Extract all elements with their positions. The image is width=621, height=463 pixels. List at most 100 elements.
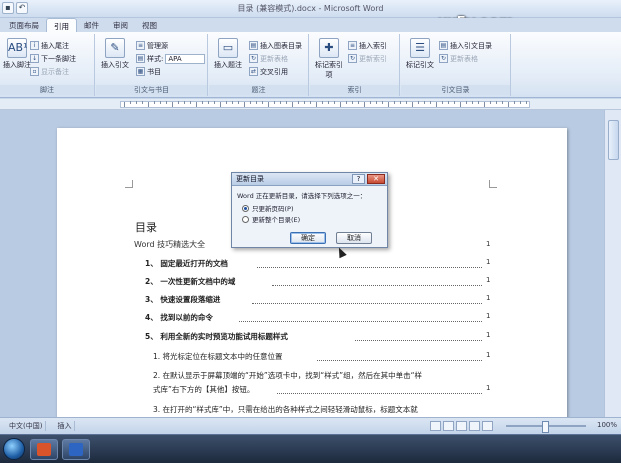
radio-update-page-numbers[interactable] [242,204,249,212]
toc-entry[interactable]: 式库”右下方的【其他】按钮。 [153,384,254,394]
ruler-tick [310,101,311,104]
ruler-tick [430,101,431,104]
toc-entry[interactable]: 1、 固定最近打开的文档 [145,258,228,268]
group-citations: ✎ 插入引文 ≡ 管理源 ▤ 样式: APA ▦ 书目 引文与书目 [96,34,208,96]
zoom-slider[interactable] [506,421,586,433]
cancel-button[interactable]: 取消 [336,232,372,244]
status-insert-mode[interactable]: 插入 [54,421,76,431]
toc-leader [317,351,482,361]
ruler-tick [388,102,389,107]
zoom-level[interactable]: 100% [597,421,617,429]
help-button[interactable]: ? [352,174,365,184]
tab-review[interactable]: 审阅 [106,18,135,32]
update-index-button[interactable]: ↻ 更新索引 [348,53,387,64]
insert-footnote-button[interactable]: AB¹ 插入脚注 [0,38,34,70]
ruler-tick [262,101,263,104]
toc-page-number: 1 [486,351,491,359]
radio-update-entire-table[interactable] [242,215,249,223]
ruler-tick [502,101,503,104]
ruler-tick [190,101,191,104]
update-toa-icon: ↻ [439,54,448,63]
ok-button[interactable]: 确定 [290,232,326,244]
ruler-tick [526,101,527,104]
toc-page-number: 1 [486,294,491,302]
style-selector[interactable]: ▤ 样式: APA [136,53,206,64]
title-bar: ▪ ↶ 目录 (兼容模式).docx - Microsoft Word [0,0,621,18]
update-toa-button[interactable]: ↻ 更新表格 [439,53,478,64]
show-notes-icon: ▫ [30,67,39,76]
tab-view[interactable]: 视图 [135,18,164,32]
endnote-icon: i [30,41,39,50]
toc-page-number: 1 [486,258,491,266]
status-language[interactable]: 中文(中国) [6,421,47,431]
ruler-tick [244,102,245,107]
scrollbar-thumb[interactable] [608,120,619,160]
ruler-tick [514,101,515,104]
taskbar-app-powerpoint[interactable] [30,439,58,460]
toc-leader [257,258,482,268]
group-captions: ▭ 插入题注 ▤ 插入图表目录 ↻ 更新表格 ⇄ 交叉引用 题注 [209,34,309,96]
mark-citation-icon: ☰ [410,38,430,58]
insert-index-button[interactable]: ≡ 插入索引 [348,40,387,51]
insert-toa-button[interactable]: ▤ 插入引文目录 [439,40,492,51]
ruler-tick [274,101,275,104]
bibliography-icon: ▦ [136,67,145,76]
ruler-tick [166,101,167,104]
manage-sources-button[interactable]: ≡ 管理源 [136,40,168,51]
start-button[interactable] [3,438,25,460]
insert-table-of-figures-button[interactable]: ▤ 插入图表目录 [249,40,302,51]
ruler-tick [340,102,341,107]
insert-caption-button[interactable]: ▭ 插入题注 [211,38,245,70]
dialog-title: 更新目录 [236,175,264,183]
ruler-tick [154,101,155,104]
ruler-tick [508,102,509,107]
toc-entry[interactable]: 1. 将光标定位在标题文本中的任意位置 [153,351,283,361]
dialog-title-bar[interactable]: 更新目录 ? ✕ [232,173,387,186]
toc-entry[interactable]: 2、 一次性更新文档中的域 [145,276,235,286]
option-update-entire-table[interactable]: 更新整个目录(E) [242,214,300,224]
mark-entry-button[interactable]: ✚ 标记索引项 [312,38,346,80]
toc-leader [239,312,482,322]
group-label-citations: 引文与书目 [96,85,207,95]
web-layout-icon[interactable] [456,421,467,431]
mark-citation-button[interactable]: ☰ 标记引文 [403,38,437,70]
ruler-tick [226,101,227,104]
next-footnote-button[interactable]: ↓ 下一条脚注 [30,53,76,64]
ruler-tick [256,101,257,104]
print-layout-icon[interactable] [430,421,441,431]
bibliography-button[interactable]: ▦ 书目 [136,66,161,77]
ruler-tick [208,101,209,104]
vertical-scrollbar[interactable] [604,110,621,417]
footnote-icon: AB¹ [7,38,27,58]
tab-references[interactable]: 引用 [46,18,77,32]
ruler-tick [328,101,329,104]
close-button[interactable]: ✕ [367,174,385,184]
margin-corner-top-left [125,180,133,188]
style-dropdown[interactable]: APA [165,53,206,64]
ruler-tick [286,101,287,104]
ruler-tick [436,102,437,107]
horizontal-ruler[interactable] [0,99,621,110]
toc-entry[interactable]: 5、 利用全新的实时预览功能试用标题样式 [145,331,288,341]
toc-page-number: 1 [486,312,491,320]
taskbar-app-word[interactable] [62,439,90,460]
show-notes-button[interactable]: ▫ 显示备注 [30,66,69,77]
option-update-page-numbers[interactable]: 只更新页码(P) [242,203,294,213]
tab-mailings[interactable]: 邮件 [77,18,106,32]
toc-title: 目录 [135,221,157,234]
ruler-tick [298,101,299,104]
insert-citation-button[interactable]: ✎ 插入引文 [98,38,132,70]
draft-icon[interactable] [482,421,493,431]
toc-entry[interactable]: 3、 快速设置段落缩进 [145,294,220,304]
outline-icon[interactable] [469,421,480,431]
insert-endnote-button[interactable]: i 插入尾注 [30,40,69,51]
ruler-tick [124,102,125,107]
ruler-tick [142,101,143,104]
full-screen-icon[interactable] [443,421,454,431]
tab-page-layout[interactable]: 页面布局 [2,18,46,32]
toc-entry[interactable]: 4、 找到以前的命令 [145,312,213,322]
toc-entry[interactable]: 2. 在默认显示于屏幕顶端的“开始”选项卡中，找到“样式”组，然后在其中单击“样 [153,370,422,380]
update-table-button[interactable]: ↻ 更新表格 [249,53,288,64]
cross-reference-button[interactable]: ⇄ 交叉引用 [249,66,288,77]
toc-entry[interactable]: 3. 在打开的“样式库”中，只需在给出的各种样式之间轻轻滑动鼠标，标题文本就 [153,404,418,414]
